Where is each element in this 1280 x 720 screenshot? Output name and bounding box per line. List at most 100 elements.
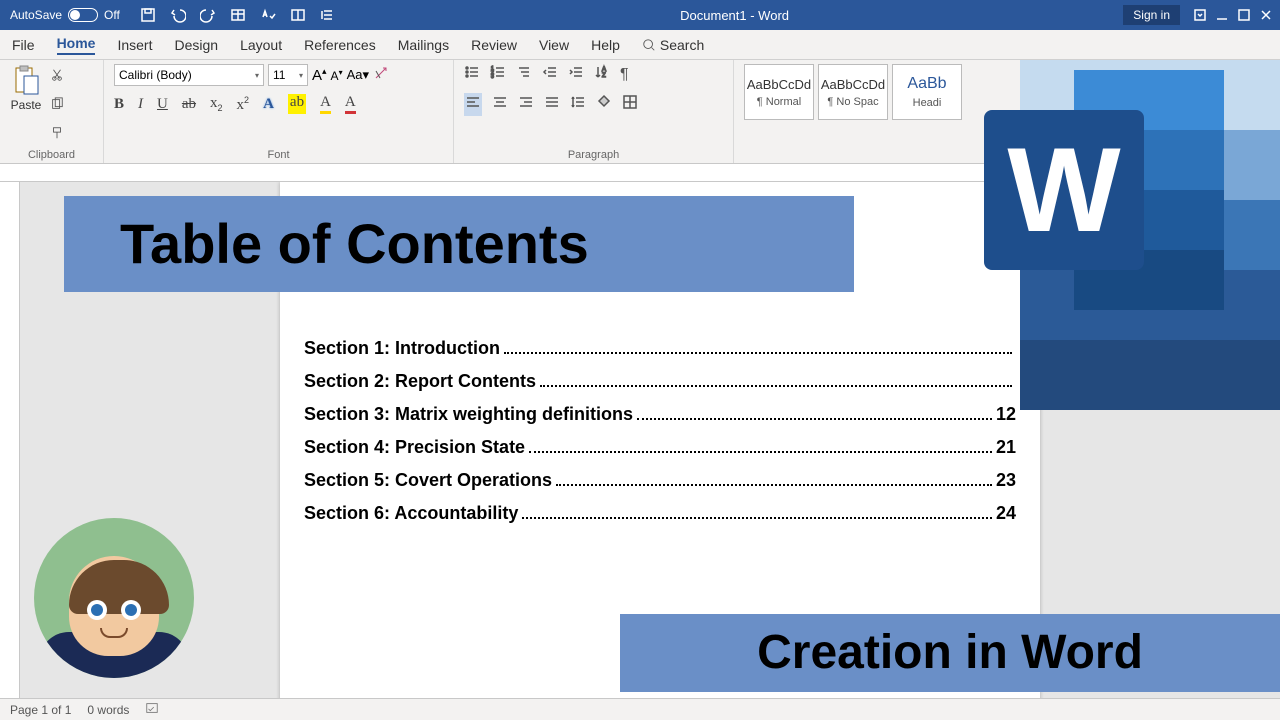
tab-review[interactable]: Review [471,37,517,53]
subscript-button[interactable]: x2 [210,95,223,113]
tab-view[interactable]: View [539,37,569,53]
autosave-state: Off [104,8,120,22]
align-center-icon[interactable] [492,94,508,115]
word-count[interactable]: 0 words [87,703,129,717]
copy-icon[interactable] [50,97,64,116]
justify-icon[interactable] [544,94,560,115]
indent-icon[interactable] [568,64,584,85]
group-clipboard: Paste Clipboard [0,60,104,163]
spellcheck-icon[interactable] [260,7,276,23]
group-paragraph: 123 AZ ¶ Paragraph [454,60,734,163]
tab-home[interactable]: Home [57,35,96,55]
tab-design[interactable]: Design [174,37,218,53]
line-spacing-icon[interactable] [570,94,586,115]
tab-references[interactable]: References [304,37,376,53]
table-icon[interactable] [230,7,246,23]
clear-format-icon[interactable] [373,65,389,86]
cut-icon[interactable] [50,68,64,87]
autosave-toggle[interactable]: AutoSave Off [0,8,130,22]
toc-row[interactable]: Section 3: Matrix weighting definitions1… [304,404,1016,425]
format-painter-icon[interactable] [50,126,64,145]
tab-help[interactable]: Help [591,37,620,53]
group-font: Calibri (Body) 11 A▴ A▾ Aa▾ B I U ab x2 … [104,60,454,163]
search-label: Search [660,37,704,53]
document-title: Document1 - Word [346,8,1123,23]
reading-icon[interactable] [290,7,306,23]
tab-file[interactable]: File [12,37,35,53]
font-group-label: Font [114,147,443,161]
multilevel-icon[interactable] [516,64,532,85]
word-logo: W [984,70,1224,310]
style-heading1[interactable]: AaBb Headi [892,64,962,120]
toc-row[interactable]: Section 2: Report Contents [304,371,1016,392]
title-banner-text: Table of Contents [120,216,589,272]
text-effects-icon[interactable]: A [263,96,274,113]
toggle-icon [68,8,98,22]
style-no-spacing[interactable]: AaBbCcDd ¶ No Spac [818,64,888,120]
font-size-combo[interactable]: 11 [268,64,308,86]
subtitle-banner: Creation in Word [620,614,1280,692]
toc-row[interactable]: Section 6: Accountability24 [304,503,1016,524]
word-logo-letter: W [1007,130,1120,250]
presenter-avatar [34,518,194,678]
ribbon-options-icon[interactable] [1192,7,1208,23]
bullets-icon[interactable] [464,64,480,85]
leader-dots [522,517,992,519]
paste-label: Paste [11,98,42,112]
spacing-icon[interactable] [320,7,336,23]
clipboard-icon [10,64,42,96]
title-banner: Table of Contents [64,196,854,292]
tab-mailings[interactable]: Mailings [398,37,449,53]
outdent-icon[interactable] [542,64,558,85]
maximize-icon[interactable] [1236,7,1252,23]
bold-button[interactable]: B [114,96,124,113]
highlight-icon[interactable]: ab [288,94,306,114]
save-icon[interactable] [140,7,156,23]
paste-button[interactable]: Paste [10,64,42,112]
align-left-icon[interactable] [464,93,482,116]
italic-button[interactable]: I [138,96,143,113]
font-color-icon[interactable]: A [345,94,356,114]
tab-layout[interactable]: Layout [240,37,282,53]
superscript-button[interactable]: x2 [237,95,250,114]
borders-icon[interactable] [622,94,638,115]
status-bar: Page 1 of 1 0 words [0,698,1280,720]
style-normal[interactable]: AaBbCcDd ¶ Normal [744,64,814,120]
sign-in-button[interactable]: Sign in [1123,5,1180,25]
underline-button[interactable]: U [157,96,168,113]
table-of-contents: Section 1: Introduction Section 2: Repor… [304,338,1016,524]
minimize-icon[interactable] [1214,7,1230,23]
shading-icon[interactable] [596,94,612,115]
ribbon-tabs: File Home Insert Design Layout Reference… [0,30,1280,60]
close-icon[interactable] [1258,7,1274,23]
numbering-icon[interactable]: 123 [490,64,506,85]
spellcheck-status-icon[interactable] [145,701,159,718]
clipboard-group-label: Clipboard [10,147,93,161]
paragraph-group-label: Paragraph [464,147,723,161]
page-indicator[interactable]: Page 1 of 1 [10,703,71,717]
undo-icon[interactable] [170,7,186,23]
font-name-combo[interactable]: Calibri (Body) [114,64,264,86]
svg-text:3: 3 [491,74,494,80]
pilcrow-icon[interactable]: ¶ [620,66,629,84]
quick-access-toolbar [130,7,346,23]
subtitle-banner-text: Creation in Word [757,629,1143,677]
vertical-ruler[interactable] [0,182,20,698]
tab-insert[interactable]: Insert [117,37,152,53]
leader-dots [504,352,1012,354]
align-right-icon[interactable] [518,94,534,115]
shrink-font-icon[interactable]: A▾ [331,68,343,83]
sort-icon[interactable]: AZ [594,64,610,85]
strike-button[interactable]: ab [182,96,196,113]
redo-icon[interactable] [200,7,216,23]
toc-row[interactable]: Section 5: Covert Operations23 [304,470,1016,491]
tell-me-search[interactable]: Search [642,37,704,53]
grow-font-icon[interactable]: A▴ [312,66,327,84]
toc-row[interactable]: Section 4: Precision State21 [304,437,1016,458]
title-bar: AutoSave Off Document1 - Word Sign in [0,0,1280,30]
search-icon [642,38,656,52]
leader-dots [637,418,992,420]
change-case-icon[interactable]: Aa▾ [347,67,369,83]
font-shading-icon[interactable]: A [320,94,331,114]
toc-row[interactable]: Section 1: Introduction [304,338,1016,359]
